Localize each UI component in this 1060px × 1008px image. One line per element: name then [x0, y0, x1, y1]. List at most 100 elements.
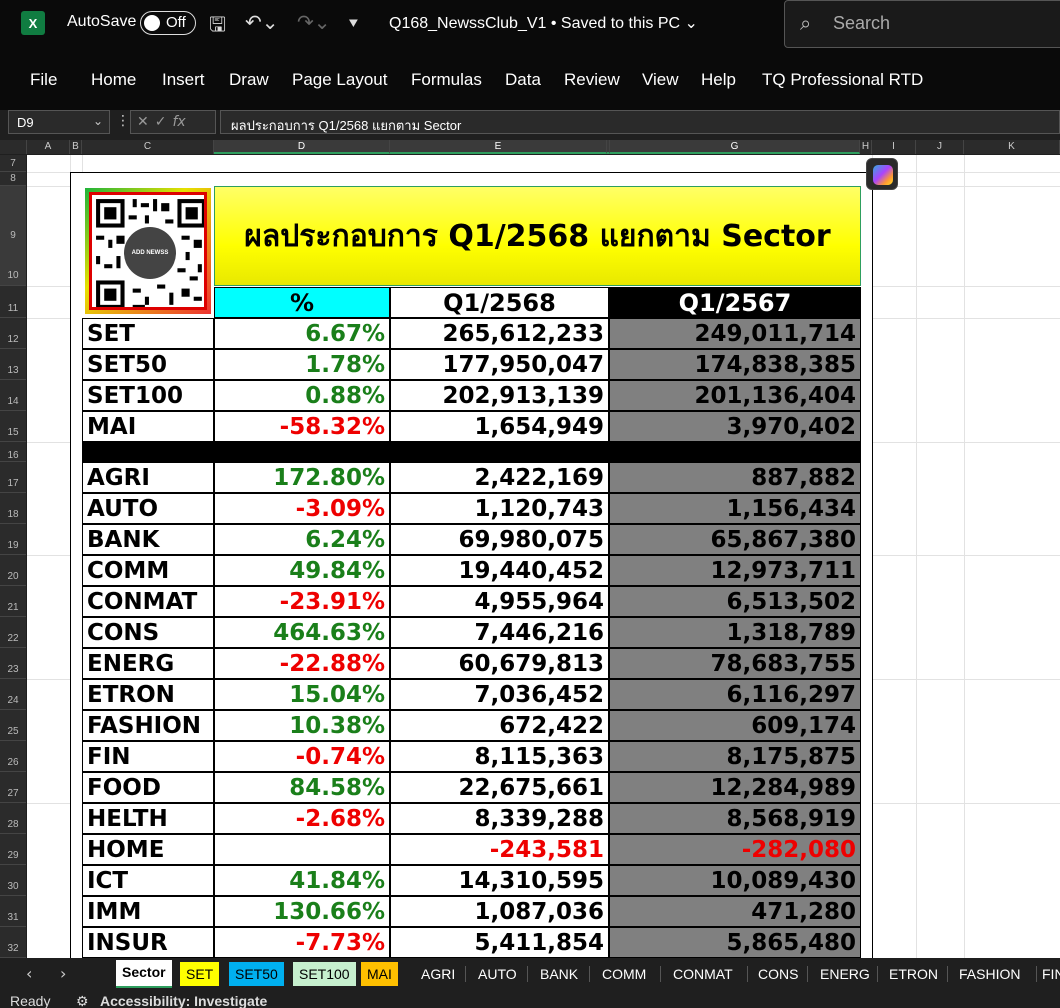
column-header-d[interactable]: D [214, 140, 390, 154]
row-previous-cell[interactable]: 10,089,430 [609, 865, 861, 896]
row-header[interactable]: 14 [0, 380, 26, 411]
tab-review[interactable]: Review [564, 70, 620, 90]
row-previous-cell[interactable]: -282,080 [609, 834, 861, 865]
column-header-h[interactable]: H [860, 140, 872, 154]
row-header[interactable]: 20 [0, 555, 26, 586]
sheet-tab-etron[interactable]: ETRON [883, 962, 944, 986]
row-current-cell[interactable]: 4,955,964 [390, 586, 609, 617]
row-header[interactable]: 26 [0, 741, 26, 772]
tab-data[interactable]: Data [505, 70, 541, 90]
row-current-cell[interactable]: 1,087,036 [390, 896, 609, 927]
row-percent-cell[interactable] [214, 834, 390, 865]
row-header[interactable]: 15 [0, 411, 26, 442]
row-header[interactable]: 32 [0, 927, 26, 958]
row-header[interactable]: 10 [0, 266, 26, 286]
sheet-tab-fashion[interactable]: FASHION [953, 962, 1026, 986]
row-current-cell[interactable]: 1,654,949 [390, 411, 609, 442]
row-percent-cell[interactable]: -0.74% [214, 741, 390, 772]
row-previous-cell[interactable]: 1,156,434 [609, 493, 861, 524]
row-previous-cell[interactable]: 6,116,297 [609, 679, 861, 710]
accessibility-status[interactable]: Accessibility: Investigate [100, 993, 267, 1008]
row-previous-cell[interactable]: 8,568,919 [609, 803, 861, 834]
row-header[interactable]: 28 [0, 803, 26, 834]
header-current-quarter[interactable]: Q1/2568 [390, 287, 609, 318]
row-percent-cell[interactable]: 10.38% [214, 710, 390, 741]
row-previous-cell[interactable]: 12,973,711 [609, 555, 861, 586]
row-current-cell[interactable]: 7,036,452 [390, 679, 609, 710]
sheet-tab-comm[interactable]: COMM [596, 962, 652, 986]
column-header-j[interactable]: J [916, 140, 964, 154]
tab-page-layout[interactable]: Page Layout [292, 70, 387, 90]
sheet-tab-energ[interactable]: ENERG [814, 962, 876, 986]
worksheet[interactable]: ADD NEWSS ผลประกอบการ Q1/2568 แยกตาม Sec… [27, 155, 1060, 958]
row-percent-cell[interactable]: 6.24% [214, 524, 390, 555]
row-header[interactable]: 11 [0, 287, 26, 318]
row-percent-cell[interactable]: 1.78% [214, 349, 390, 380]
row-header[interactable]: 8 [0, 172, 26, 186]
row-header[interactable]: 21 [0, 586, 26, 617]
row-percent-cell[interactable]: -3.09% [214, 493, 390, 524]
row-name-cell[interactable]: COMM [82, 555, 214, 586]
row-current-cell[interactable]: -243,581 [390, 834, 609, 865]
row-previous-cell[interactable]: 201,136,404 [609, 380, 861, 411]
row-header[interactable]: 16 [0, 442, 26, 462]
row-percent-cell[interactable]: -2.68% [214, 803, 390, 834]
sheet-tab-sector[interactable]: Sector [116, 960, 172, 988]
sheet-tab-fin[interactable]: FIN [1040, 962, 1060, 986]
column-header-i[interactable]: I [872, 140, 916, 154]
row-header[interactable]: 19 [0, 524, 26, 555]
row-current-cell[interactable]: 5,411,854 [390, 927, 609, 958]
tab-file[interactable]: File [30, 70, 57, 90]
row-percent-cell[interactable]: 41.84% [214, 865, 390, 896]
tab-tq-professional-rtd[interactable]: TQ Professional RTD [762, 70, 923, 90]
row-name-cell[interactable]: BANK [82, 524, 214, 555]
accessibility-icon[interactable]: ⚙ [76, 993, 89, 1008]
row-name-cell[interactable]: FOOD [82, 772, 214, 803]
row-current-cell[interactable]: 1,120,743 [390, 493, 609, 524]
row-previous-cell[interactable]: 3,970,402 [609, 411, 861, 442]
tab-insert[interactable]: Insert [162, 70, 205, 90]
sheet-tab-agri[interactable]: AGRI [415, 962, 461, 986]
row-current-cell[interactable]: 2,422,169 [390, 462, 609, 493]
name-box[interactable]: D9 ⌄ [8, 110, 110, 134]
row-name-cell[interactable]: MAI [82, 411, 214, 442]
row-name-cell[interactable]: FIN [82, 741, 214, 772]
sheet-tab-mai[interactable]: MAI [361, 962, 398, 986]
header-percent[interactable]: % [214, 287, 390, 318]
sheet-tab-bank[interactable]: BANK [534, 962, 584, 986]
tab-help[interactable]: Help [701, 70, 736, 90]
row-percent-cell[interactable]: 130.66% [214, 896, 390, 927]
tab-draw[interactable]: Draw [229, 70, 269, 90]
sheet-tab-set[interactable]: SET [180, 962, 220, 986]
row-current-cell[interactable]: 265,612,233 [390, 318, 609, 349]
row-name-cell[interactable]: SET100 [82, 380, 214, 411]
row-previous-cell[interactable]: 78,683,755 [609, 648, 861, 679]
header-previous-quarter[interactable]: Q1/2567 [609, 287, 861, 318]
row-previous-cell[interactable]: 471,280 [609, 896, 861, 927]
row-percent-cell[interactable]: 464.63% [214, 617, 390, 648]
row-previous-cell[interactable]: 887,882 [609, 462, 861, 493]
scroll-tabs-left-icon[interactable]: ‹ [26, 964, 32, 983]
column-header-e[interactable]: E [390, 140, 607, 154]
row-previous-cell[interactable]: 8,175,875 [609, 741, 861, 772]
row-previous-cell[interactable]: 12,284,989 [609, 772, 861, 803]
row-current-cell[interactable]: 22,675,661 [390, 772, 609, 803]
row-header[interactable]: 25 [0, 710, 26, 741]
row-percent-cell[interactable]: -22.88% [214, 648, 390, 679]
row-current-cell[interactable]: 8,339,288 [390, 803, 609, 834]
row-previous-cell[interactable]: 6,513,502 [609, 586, 861, 617]
row-name-cell[interactable]: ENERG [82, 648, 214, 679]
row-previous-cell[interactable]: 5,865,480 [609, 927, 861, 958]
sheet-tab-conmat[interactable]: CONMAT [667, 962, 739, 986]
row-header[interactable]: 23 [0, 648, 26, 679]
row-percent-cell[interactable]: -58.32% [214, 411, 390, 442]
row-name-cell[interactable]: CONS [82, 617, 214, 648]
save-icon[interactable]: 🖫 [209, 10, 226, 36]
chevron-down-icon[interactable]: ⌄ [93, 114, 103, 128]
row-previous-cell[interactable]: 249,011,714 [609, 318, 861, 349]
row-header[interactable]: 27 [0, 772, 26, 803]
row-current-cell[interactable]: 69,980,075 [390, 524, 609, 555]
row-previous-cell[interactable]: 609,174 [609, 710, 861, 741]
row-current-cell[interactable]: 8,115,363 [390, 741, 609, 772]
undo-icon[interactable]: ↶⌄ [245, 10, 279, 36]
